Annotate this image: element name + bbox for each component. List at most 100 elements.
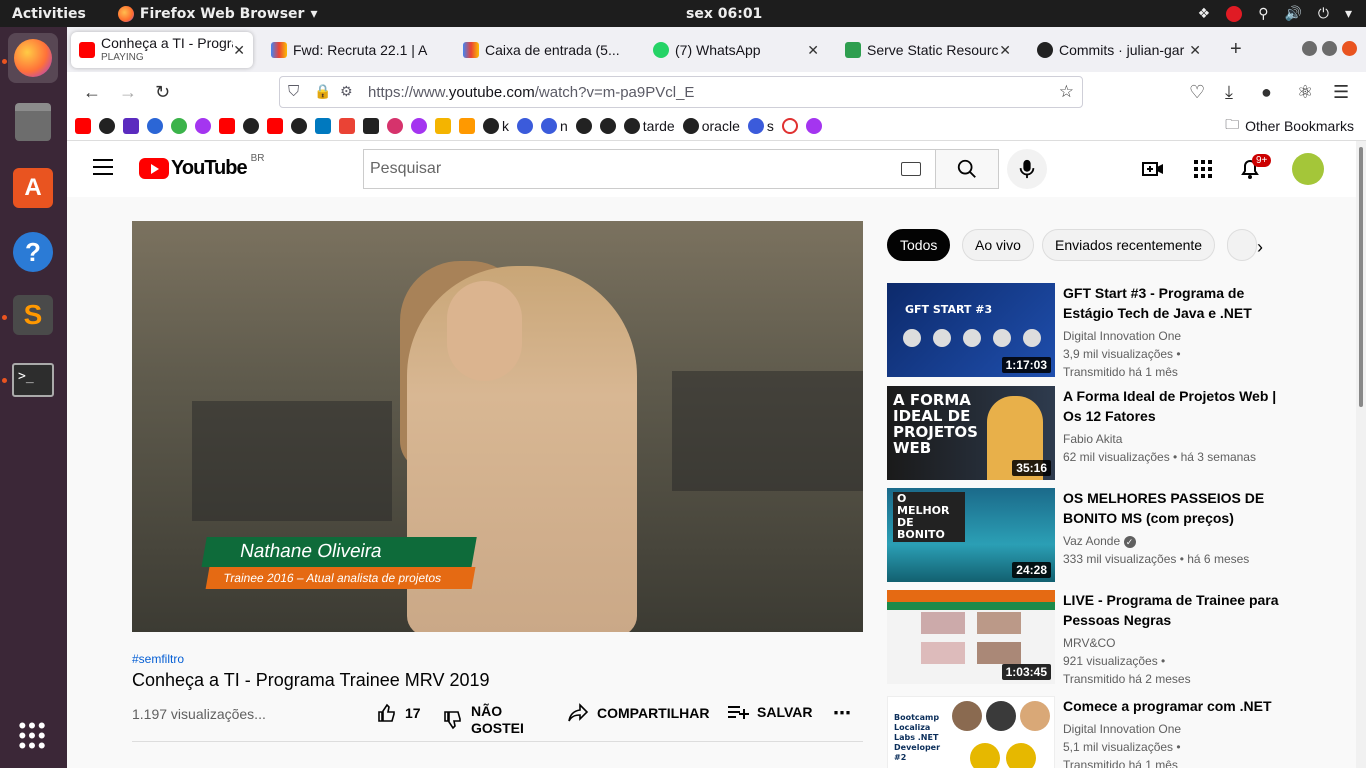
bookmark-youtube[interactable] <box>267 118 283 134</box>
shield-icon[interactable]: ⛉ <box>288 83 299 100</box>
apps-grid-icon[interactable] <box>1191 157 1215 181</box>
new-tab-button[interactable]: + <box>1230 38 1242 61</box>
dropbox-icon[interactable]: ❖ <box>1198 6 1211 22</box>
bookmark-play[interactable] <box>147 118 163 134</box>
bookmark-github-oracle[interactable]: oracle <box>682 118 740 134</box>
save-button[interactable]: SALVAR <box>727 703 812 721</box>
chip-enviados-recentemente[interactable]: Enviados recentemente <box>1042 229 1216 261</box>
minimize-button[interactable] <box>1302 41 1317 56</box>
extension-icon[interactable]: ● <box>1261 82 1272 103</box>
chevron-right-icon[interactable]: › <box>1257 237 1263 258</box>
bookmark-udemy[interactable] <box>195 118 211 134</box>
bookmark-github[interactable] <box>291 118 307 134</box>
chip-todos[interactable]: Todos <box>887 229 951 261</box>
hashtag-link[interactable]: #semfiltro <box>132 652 184 666</box>
bookmark-google-classroom[interactable] <box>435 118 451 134</box>
bookmark-youtube[interactable] <box>219 118 235 134</box>
bookmark-youtube[interactable] <box>75 118 91 134</box>
bookmark-github-tarde[interactable]: tarde <box>623 118 675 134</box>
recommendation-title[interactable]: Comece a programar com .NET <box>1063 696 1283 716</box>
close-tab-icon[interactable]: ✕ <box>1189 42 1201 59</box>
bookmark-udemy[interactable] <box>805 118 822 134</box>
bookmark-github[interactable] <box>575 118 592 134</box>
activities-button[interactable]: Activities <box>12 6 86 22</box>
terminal-dock-icon[interactable]: >_ <box>8 355 58 405</box>
maximize-button[interactable] <box>1322 41 1337 56</box>
share-button[interactable]: COMPARTILHAR <box>567 703 710 723</box>
recommendation-item[interactable]: O MELHOR DE BONITO 24:28 OS MELHORES PAS… <box>887 488 1307 584</box>
bookmark-star-icon[interactable]: ☆ <box>1059 82 1074 102</box>
channel-name[interactable]: Vaz Aonde ✓ <box>1063 532 1283 550</box>
guide-menu-icon[interactable] <box>93 159 113 175</box>
lock-icon[interactable]: 🔒 <box>314 83 331 100</box>
extension-icon[interactable]: ⚛ <box>1297 82 1313 103</box>
network-icon[interactable]: ⚲ <box>1258 6 1268 22</box>
video-thumbnail[interactable]: GFT START #3 1:17:03 <box>887 283 1055 377</box>
reload-icon[interactable]: ↻ <box>155 82 170 103</box>
recommendation-title[interactable]: A Forma Ideal de Projetos Web | Os 12 Fa… <box>1063 386 1283 426</box>
channel-name[interactable]: Digital Innovation One <box>1063 327 1283 345</box>
close-window-button[interactable] <box>1342 41 1357 56</box>
bookmark-vercel[interactable] <box>387 118 403 134</box>
url-text[interactable]: https://www.youtube.com/watch?v=m-pa9PVc… <box>368 84 694 101</box>
volume-icon[interactable]: 🔊 <box>1284 6 1301 22</box>
sublime-text-dock-icon[interactable]: S <box>8 290 58 340</box>
recommendation-item[interactable]: A FORMA IDEAL DE PROJETOS WEB 35:16 A Fo… <box>887 386 1307 482</box>
channel-name[interactable]: Digital Innovation One <box>1063 720 1283 738</box>
search-input[interactable]: Pesquisar <box>363 149 936 189</box>
bookmark-leaf[interactable] <box>171 118 187 134</box>
menu-hamburger-icon[interactable]: ☰ <box>1333 82 1349 103</box>
video-thumbnail[interactable]: 1:03:45 <box>887 590 1055 684</box>
recommendation-item[interactable]: Bootcamp Localiza Labs .NET Developer #2… <box>887 696 1307 768</box>
files-dock-icon[interactable] <box>8 97 58 147</box>
recommendation-title[interactable]: LIVE - Programa de Trainee para Pessoas … <box>1063 590 1283 630</box>
other-bookmarks[interactable]: 🗀 Other Bookmarks <box>1225 114 1354 138</box>
bookmark-gmail[interactable] <box>339 118 355 134</box>
tab-whatsapp[interactable]: (7) WhatsApp ✕ <box>645 32 827 68</box>
tab-gmail-inbox[interactable]: Caixa de entrada (5... <box>455 32 635 68</box>
keyboard-icon[interactable] <box>901 162 921 176</box>
close-tab-icon[interactable]: ✕ <box>233 42 245 59</box>
create-video-icon[interactable] <box>1141 157 1165 181</box>
bookmark-github[interactable] <box>99 118 115 134</box>
recommendation-title[interactable]: GFT Start #3 - Programa de Estágio Tech … <box>1063 283 1283 323</box>
account-avatar[interactable] <box>1292 153 1324 185</box>
bookmark-github[interactable] <box>599 118 616 134</box>
bookmark-github-k[interactable]: k <box>483 118 509 134</box>
page-scrollbar[interactable] <box>1356 141 1366 768</box>
channel-name[interactable]: MRV&CO <box>1063 634 1283 652</box>
video-player[interactable]: Nathane Oliveira Trainee 2016 – Atual an… <box>132 221 863 632</box>
clock[interactable]: sex 06:01 <box>686 6 762 22</box>
channel-name[interactable]: Fabio Akita <box>1063 430 1283 448</box>
address-bar[interactable]: ⛉ 🔒 ⚙ https://www.youtube.com/watch?v=m-… <box>279 76 1083 108</box>
tab-github-commits[interactable]: Commits · julian-gar ✕ <box>1029 32 1209 68</box>
show-applications-icon[interactable]: ••• ••• ••• <box>8 711 58 761</box>
bookmark-oracle[interactable] <box>781 118 798 134</box>
scrollbar-thumb[interactable] <box>1359 147 1363 407</box>
tab-serve-static[interactable]: Serve Static Resourc ✕ <box>837 32 1019 68</box>
permissions-icon[interactable]: ⚙ <box>340 83 353 100</box>
bookmark-moon-n[interactable]: n <box>541 118 568 134</box>
view-count[interactable]: 1.197 visualizações... <box>132 706 266 722</box>
app-menu[interactable]: Firefox Web Browser ▾ <box>117 5 317 22</box>
chip-more[interactable] <box>1227 229 1257 261</box>
tab-youtube[interactable]: Conheça a TI - Progra PLAYING ✕ <box>71 32 253 68</box>
bookmark-dio[interactable] <box>123 118 139 134</box>
close-tab-icon[interactable]: ✕ <box>999 42 1011 59</box>
recommendation-item[interactable]: GFT START #3 1:17:03 GFT Start #3 - Prog… <box>887 283 1307 379</box>
power-icon[interactable]: ⏻ <box>1318 6 1329 22</box>
chevron-down-icon[interactable]: ▾ <box>1345 6 1352 22</box>
recommendation-title[interactable]: OS MELHORES PASSEIOS DE BONITO MS (com p… <box>1063 488 1283 528</box>
voice-search-button[interactable] <box>1007 149 1047 189</box>
forward-arrow-icon[interactable]: → <box>119 82 137 103</box>
back-arrow-icon[interactable]: ← <box>83 82 101 103</box>
chip-ao-vivo[interactable]: Ao vivo <box>962 229 1034 261</box>
bookmark-github[interactable] <box>243 118 259 134</box>
bookmark-codesandbox[interactable] <box>363 118 379 134</box>
tab-gmail-recruta[interactable]: Fwd: Recruta 22.1 | A <box>263 32 443 68</box>
bookmark-udemy[interactable] <box>411 118 427 134</box>
video-thumbnail[interactable]: Bootcamp Localiza Labs .NET Developer #2 <box>887 696 1055 768</box>
bookmark-moon-s[interactable]: s <box>747 118 774 134</box>
bookmark-trello[interactable] <box>315 118 331 134</box>
do-not-disturb-icon[interactable] <box>1226 5 1243 22</box>
